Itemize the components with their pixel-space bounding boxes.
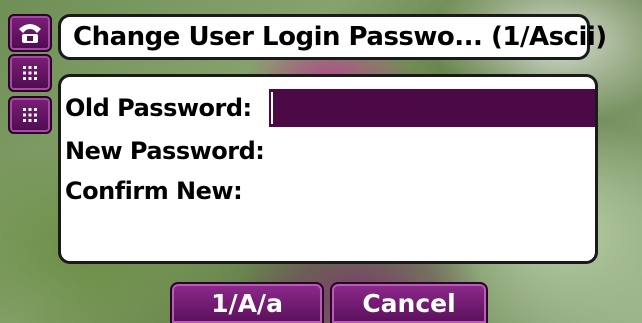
new-password-label: New Password: (65, 137, 265, 165)
keypad-icon (22, 65, 38, 81)
input-mode-softkey[interactable]: 1/A/a (170, 282, 324, 323)
confirm-new-row[interactable]: Confirm New: (65, 174, 243, 208)
input-mode-label: 1/A/a (211, 289, 283, 318)
line-key-3[interactable] (8, 96, 52, 134)
page-title: Change User Login Passwo... (1/Ascii) (73, 22, 607, 52)
password-form-panel: Old Password: New Password: Confirm New: (58, 74, 598, 264)
cancel-softkey[interactable]: Cancel (330, 282, 488, 323)
line-key-phone[interactable] (8, 14, 52, 52)
title-bar: Change User Login Passwo... (1/Ascii) (58, 14, 607, 60)
confirm-new-label: Confirm New: (65, 177, 243, 205)
cancel-label: Cancel (362, 289, 456, 318)
line-key-2[interactable] (8, 54, 52, 92)
old-password-label: Old Password: (65, 94, 252, 122)
old-password-row: Old Password: (65, 91, 252, 125)
keypad-icon (22, 107, 38, 123)
old-password-input[interactable] (269, 89, 595, 127)
phone-handset-icon (17, 21, 43, 45)
new-password-row[interactable]: New Password: (65, 134, 265, 168)
text-cursor (271, 92, 273, 124)
